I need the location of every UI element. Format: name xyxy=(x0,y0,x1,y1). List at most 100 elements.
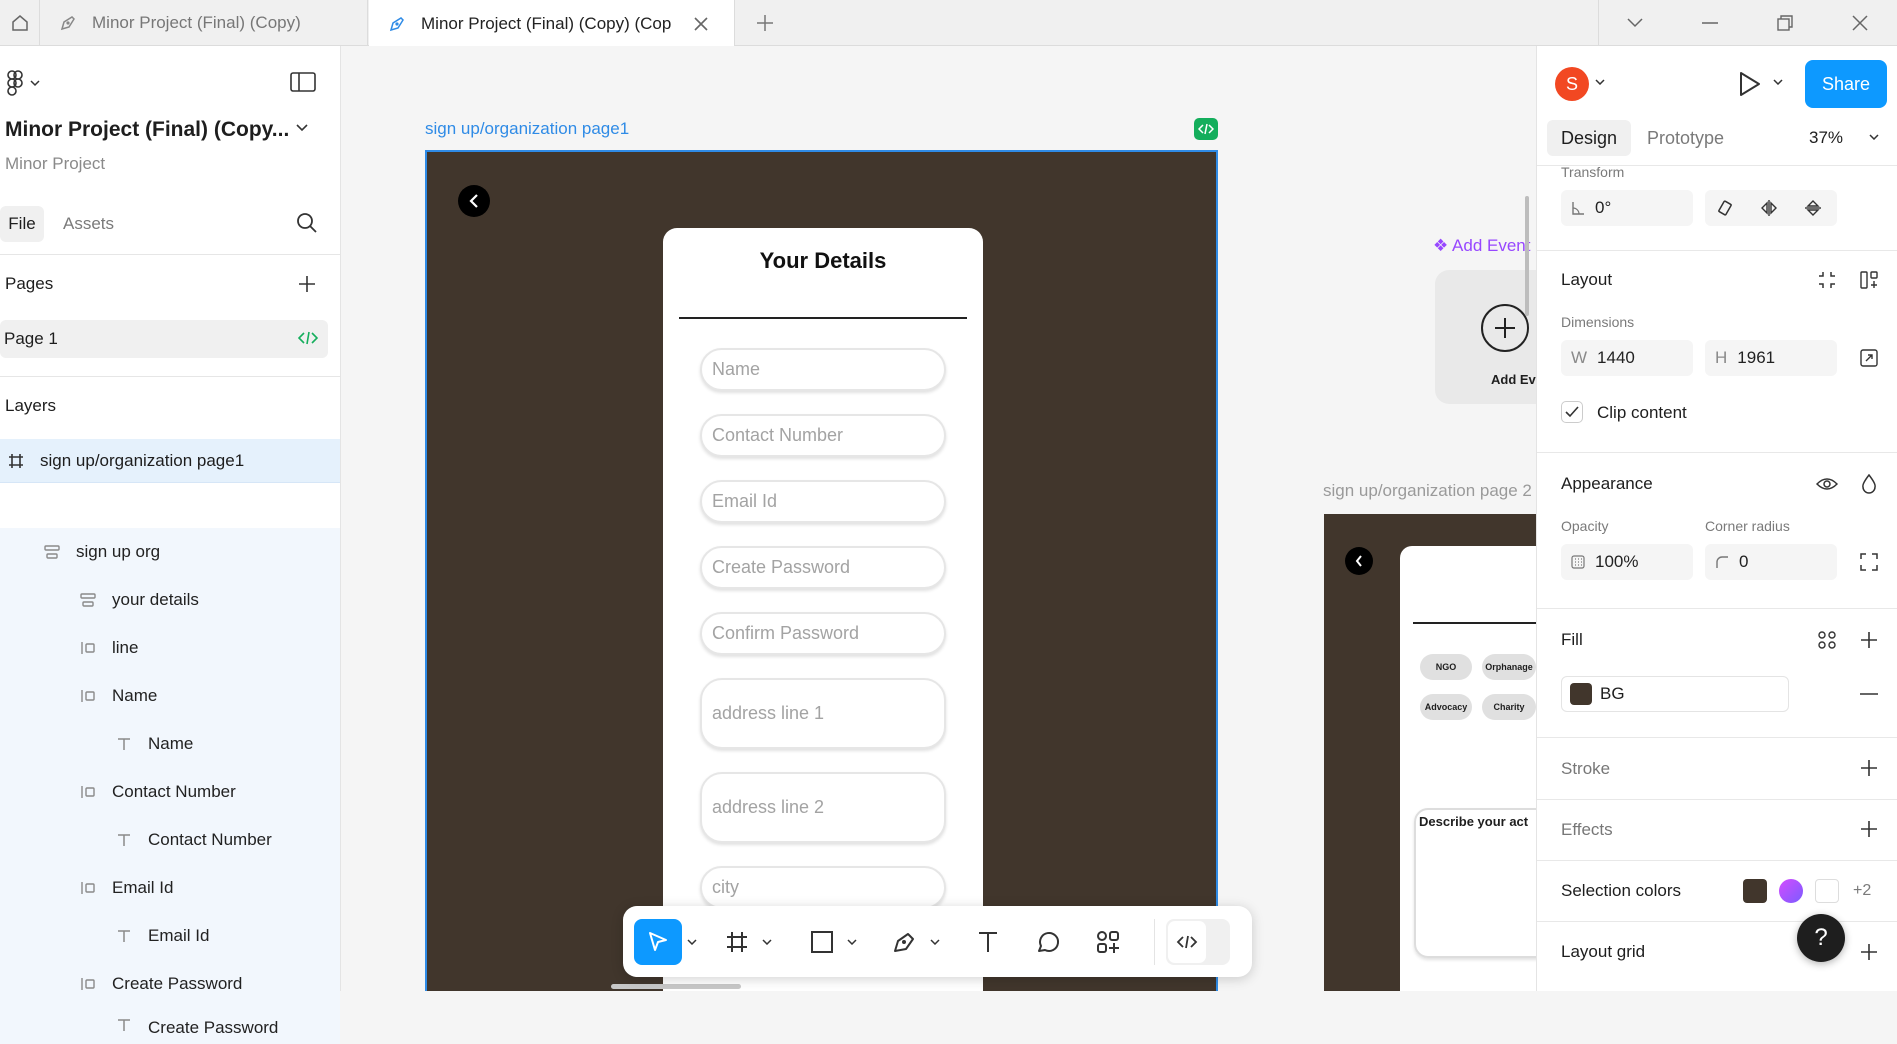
tab-file-copy[interactable]: Minor Project (Final) (Copy) xyxy=(40,0,368,46)
dev-status-badge[interactable] xyxy=(1194,118,1218,140)
tabs-dropdown-button[interactable] xyxy=(1605,0,1665,46)
layer-frame-sign-up-organization-page1[interactable]: sign up/organization page1 xyxy=(0,439,340,482)
help-button[interactable]: ? xyxy=(1797,914,1845,962)
search-button[interactable] xyxy=(296,212,318,234)
layer-your-details[interactable]: your details xyxy=(0,576,340,624)
height-input[interactable]: H 1961 xyxy=(1705,340,1837,376)
file-options-chevron[interactable] xyxy=(296,124,308,132)
present-dropdown[interactable] xyxy=(1773,79,1783,85)
visibility-button[interactable] xyxy=(1811,468,1843,500)
canvas[interactable]: sign up/organization page1 Your Details … xyxy=(341,46,1536,991)
selection-colors-more[interactable]: +2 xyxy=(1853,882,1871,900)
zoom-dropdown[interactable] xyxy=(1869,134,1879,140)
fill-style-row[interactable]: BG xyxy=(1561,676,1789,712)
minimize-button[interactable] xyxy=(1680,0,1740,46)
city-input[interactable]: city xyxy=(700,866,946,909)
flip-horizontal-button[interactable] xyxy=(1753,192,1785,224)
layer-contact-number-text[interactable]: Contact Number xyxy=(0,816,340,864)
frame-sign-up-organization-page1[interactable]: Your Details Name Contact Number Email I… xyxy=(425,150,1218,991)
remove-fill-button[interactable] xyxy=(1853,678,1885,710)
layer-name-group[interactable]: Name xyxy=(0,672,340,720)
selection-color-swatch[interactable] xyxy=(1779,879,1803,903)
move-tool-button[interactable] xyxy=(634,919,682,965)
tab-file-current[interactable]: Minor Project (Final) (Copy) (Cop xyxy=(369,0,735,47)
home-button[interactable] xyxy=(0,0,40,46)
frame-tool-button[interactable] xyxy=(717,919,757,965)
text-tool-button[interactable] xyxy=(968,919,1008,965)
selection-color-swatch[interactable] xyxy=(1743,879,1767,903)
resize-to-fit-button[interactable] xyxy=(1811,264,1843,296)
page-item-page-1[interactable]: Page 1 xyxy=(0,320,328,358)
tab-prototype[interactable]: Prototype xyxy=(1647,128,1724,149)
add-fill-button[interactable] xyxy=(1853,624,1885,656)
restore-button[interactable] xyxy=(1755,0,1815,46)
tab-assets[interactable]: Assets xyxy=(63,214,114,234)
pen-tool-dropdown[interactable] xyxy=(927,919,943,965)
tag-chip[interactable]: Orphanage xyxy=(1482,654,1536,680)
layer-sign-up-org[interactable]: sign up org xyxy=(0,528,340,576)
toggle-sidebar-button[interactable] xyxy=(290,72,316,92)
horizontal-scrollbar[interactable] xyxy=(611,984,741,989)
present-button[interactable] xyxy=(1738,71,1762,97)
back-button[interactable] xyxy=(1345,547,1373,575)
actions-tool-button[interactable] xyxy=(1088,919,1128,965)
frame-sign-up-organization-page2[interactable]: NGO Orphanage Advocacy Charity Describe … xyxy=(1324,514,1536,991)
contact-number-input[interactable]: Contact Number xyxy=(700,414,946,457)
file-name[interactable]: Minor Project (Final) (Copy... xyxy=(5,118,289,142)
describe-textarea[interactable]: Describe your act xyxy=(1414,808,1536,958)
add-layout-grid-button[interactable] xyxy=(1853,936,1885,968)
opacity-input[interactable]: 100% xyxy=(1561,544,1693,580)
tag-chip[interactable]: Charity xyxy=(1482,694,1536,720)
layer-create-password-group[interactable]: Create Password xyxy=(0,960,340,1008)
avatar-dropdown[interactable] xyxy=(1595,79,1605,85)
address-line-2-input[interactable]: address line 2 xyxy=(700,772,946,843)
confirm-password-input[interactable]: Confirm Password xyxy=(700,612,946,655)
add-effect-button[interactable] xyxy=(1853,813,1885,845)
layer-create-password-text[interactable]: Create Password xyxy=(0,1008,340,1044)
auto-layout-button[interactable] xyxy=(1853,264,1885,296)
width-input[interactable]: W 1440 xyxy=(1561,340,1693,376)
back-button[interactable] xyxy=(458,185,490,217)
zoom-level[interactable]: 37% xyxy=(1809,128,1843,148)
tab-file[interactable]: File xyxy=(0,206,44,242)
tag-chip[interactable]: Advocacy xyxy=(1420,694,1472,720)
frame-label[interactable]: sign up/organization page1 xyxy=(425,119,629,139)
move-tool-dropdown[interactable] xyxy=(684,919,700,965)
rectangle-tool-dropdown[interactable] xyxy=(844,919,860,965)
layer-email-id-group[interactable]: Email Id xyxy=(0,864,340,912)
layer-line[interactable]: line xyxy=(0,624,340,672)
email-input[interactable]: Email Id xyxy=(700,480,946,523)
styles-button[interactable] xyxy=(1811,624,1843,656)
flip-vertical-button[interactable] xyxy=(1797,192,1829,224)
add-event-card[interactable]: Add Ev xyxy=(1435,270,1536,404)
comment-tool-button[interactable] xyxy=(1028,919,1068,965)
constrain-proportions-button[interactable] xyxy=(1853,342,1885,374)
close-window-button[interactable] xyxy=(1830,0,1890,46)
project-name[interactable]: Minor Project xyxy=(5,154,105,174)
layer-name-text[interactable]: Name xyxy=(0,720,340,768)
create-password-input[interactable]: Create Password xyxy=(700,546,946,589)
blend-mode-button[interactable] xyxy=(1853,468,1885,500)
tab-design[interactable]: Design xyxy=(1547,120,1631,156)
name-input[interactable]: Name xyxy=(700,348,946,391)
close-tab-icon[interactable] xyxy=(693,16,709,32)
layer-email-id-text[interactable]: Email Id xyxy=(0,912,340,960)
frame-tool-dropdown[interactable] xyxy=(759,919,775,965)
avatar[interactable]: S xyxy=(1555,67,1589,101)
independent-corners-button[interactable] xyxy=(1853,546,1885,578)
frame-label[interactable]: sign up/organization page 2 xyxy=(1323,481,1532,501)
tag-chip[interactable]: NGO xyxy=(1420,654,1472,680)
fill-swatch[interactable] xyxy=(1570,683,1592,705)
clip-content-label[interactable]: Clip content xyxy=(1597,403,1687,423)
layer-contact-number-group[interactable]: Contact Number xyxy=(0,768,340,816)
rectangle-tool-button[interactable] xyxy=(802,919,842,965)
share-button[interactable]: Share xyxy=(1805,60,1887,108)
new-tab-button[interactable] xyxy=(750,0,780,46)
add-page-button[interactable] xyxy=(297,274,317,294)
add-stroke-button[interactable] xyxy=(1853,752,1885,784)
main-menu-button[interactable] xyxy=(6,70,40,96)
pen-tool-button[interactable] xyxy=(885,919,925,965)
rotation-input[interactable]: 0° xyxy=(1561,190,1693,226)
clip-content-checkbox[interactable] xyxy=(1561,401,1583,423)
dev-mode-toggle[interactable] xyxy=(1166,919,1230,965)
